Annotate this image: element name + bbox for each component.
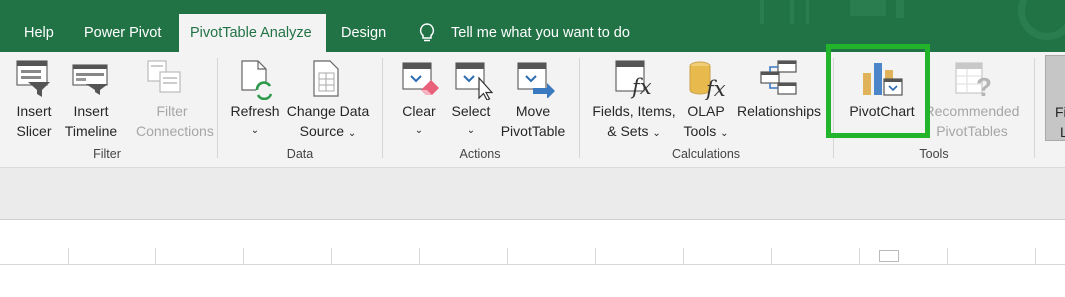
tab-pivottable-analyze[interactable]: PivotTable Analyze bbox=[179, 14, 326, 52]
background-decoration bbox=[790, 0, 794, 24]
insert-timeline-label-1: Insert bbox=[73, 103, 109, 119]
relationships-label: Relationships bbox=[736, 103, 822, 119]
fields-items-sets-label-1: Fields, Items, bbox=[592, 103, 676, 119]
column-divider bbox=[331, 248, 332, 264]
move-pivottable-label-1: Move bbox=[515, 103, 551, 119]
change-data-source-icon bbox=[313, 60, 339, 97]
background-decoration bbox=[806, 0, 809, 24]
filter-group-label: Filter bbox=[93, 147, 121, 161]
field-list-label-2: L bbox=[1060, 122, 1065, 140]
column-divider bbox=[683, 248, 684, 264]
move-pivottable-button[interactable]: Move PivotTable bbox=[496, 101, 570, 141]
select-button[interactable]: Select ⌄ bbox=[443, 101, 499, 141]
olap-tools-icon: fx bbox=[689, 61, 726, 100]
select-label: Select bbox=[451, 103, 491, 119]
recommended-pivottables-label-1: Recommended bbox=[924, 103, 1020, 119]
group-divider bbox=[579, 58, 580, 158]
tell-me-search[interactable]: Tell me what you want to do bbox=[451, 14, 630, 52]
olap-tools-label-2: Tools ⌄ bbox=[674, 121, 738, 144]
chevron-down-icon: ⌄ bbox=[652, 128, 661, 139]
data-group-label: Data bbox=[286, 147, 314, 161]
group-divider bbox=[382, 58, 383, 158]
olap-tools-button[interactable]: OLAP Tools ⌄ bbox=[674, 101, 738, 144]
insert-timeline-icon bbox=[72, 64, 108, 95]
chevron-down-icon: ⌄ bbox=[414, 125, 424, 136]
svg-text:fx: fx bbox=[630, 75, 652, 99]
change-data-source-label-2: Source ⌄ bbox=[282, 121, 374, 144]
background-decoration bbox=[1018, 0, 1065, 40]
tab-design[interactable]: Design bbox=[341, 14, 386, 52]
column-divider bbox=[947, 248, 948, 264]
filter-connections-icon bbox=[147, 60, 181, 93]
column-divider bbox=[859, 248, 860, 264]
relationships-button[interactable]: Relationships bbox=[733, 101, 825, 121]
fields-items-sets-label-2: & Sets ⌄ bbox=[586, 121, 682, 144]
filter-connections-label-1: Filter bbox=[156, 103, 188, 119]
filter-connections-button[interactable]: Filter Connections bbox=[136, 101, 214, 141]
recommended-pivottables-label-2: PivotTables bbox=[936, 123, 1008, 139]
chevron-down-icon: ⌄ bbox=[250, 125, 260, 136]
change-data-source-label-2-text: Source bbox=[299, 123, 345, 139]
chevron-down-icon: ⌄ bbox=[347, 128, 357, 139]
autofilter-dropdown-icon[interactable] bbox=[879, 250, 899, 262]
background-decoration bbox=[850, 0, 886, 16]
column-divider bbox=[507, 248, 508, 264]
fields-items-sets-label-2-text: & Sets bbox=[607, 123, 649, 139]
change-data-source-button[interactable]: Change Data Source ⌄ bbox=[282, 101, 374, 144]
column-divider bbox=[1035, 248, 1036, 264]
pivotchart-highlight-box bbox=[826, 44, 930, 138]
recommended-pivottables-button[interactable]: Recommended PivotTables bbox=[916, 101, 1028, 141]
column-divider bbox=[68, 248, 69, 264]
clear-button[interactable]: Clear ⌄ bbox=[390, 101, 448, 141]
insert-slicer-label-2: Slicer bbox=[16, 123, 52, 139]
select-icon bbox=[455, 62, 493, 100]
move-pivottable-icon bbox=[517, 62, 555, 98]
column-divider bbox=[419, 248, 420, 264]
column-divider bbox=[243, 248, 244, 264]
field-list-label-1: Fi bbox=[1055, 104, 1065, 120]
fields-items-sets-button[interactable]: Fields, Items, & Sets ⌄ bbox=[586, 101, 682, 144]
insert-slicer-icon bbox=[16, 60, 50, 97]
column-divider bbox=[595, 248, 596, 264]
svg-text:?: ? bbox=[976, 72, 992, 98]
insert-slicer-button[interactable]: Insert Slicer bbox=[6, 101, 62, 141]
chevron-down-icon: ⌄ bbox=[720, 128, 729, 139]
tools-group-label: Tools bbox=[919, 147, 949, 161]
tab-power-pivot[interactable]: Power Pivot bbox=[84, 14, 161, 52]
group-divider bbox=[217, 58, 218, 158]
lightbulb-icon[interactable] bbox=[417, 22, 437, 44]
fields-items-sets-icon: fx bbox=[615, 60, 652, 99]
clear-icon bbox=[402, 62, 439, 95]
background-decoration bbox=[896, 0, 904, 18]
filter-connections-label-2: Connections bbox=[136, 123, 214, 139]
insert-timeline-button[interactable]: Insert Timeline bbox=[60, 101, 122, 141]
refresh-label: Refresh bbox=[230, 103, 280, 119]
calculations-group-label: Calculations bbox=[671, 147, 741, 161]
recommended-pivottables-icon: ? bbox=[955, 62, 992, 98]
relationships-icon bbox=[760, 60, 797, 95]
change-data-source-label-1: Change Data bbox=[286, 103, 370, 119]
worksheet-column-headers bbox=[0, 248, 1065, 265]
group-divider bbox=[1034, 58, 1035, 158]
move-pivottable-label-2: PivotTable bbox=[500, 123, 566, 139]
insert-timeline-label-2: Timeline bbox=[64, 123, 118, 139]
background-decoration bbox=[760, 0, 764, 24]
field-list-button-partial[interactable]: Fi L bbox=[1045, 55, 1065, 141]
collapsed-toolbar-area bbox=[0, 167, 1065, 220]
column-divider bbox=[155, 248, 156, 264]
chevron-down-icon: ⌄ bbox=[466, 125, 476, 136]
refresh-button[interactable]: Refresh ⌄ bbox=[226, 101, 284, 141]
insert-slicer-label-1: Insert bbox=[16, 103, 52, 119]
olap-tools-label-1: OLAP bbox=[687, 103, 725, 119]
olap-tools-label-2-text: Tools bbox=[683, 123, 717, 139]
column-divider bbox=[771, 248, 772, 264]
actions-group-label: Actions bbox=[459, 147, 501, 161]
svg-text:fx: fx bbox=[704, 77, 726, 100]
clear-label: Clear bbox=[402, 103, 436, 119]
formula-bar[interactable] bbox=[0, 219, 1065, 249]
tab-help[interactable]: Help bbox=[24, 14, 54, 52]
refresh-icon bbox=[241, 60, 273, 100]
